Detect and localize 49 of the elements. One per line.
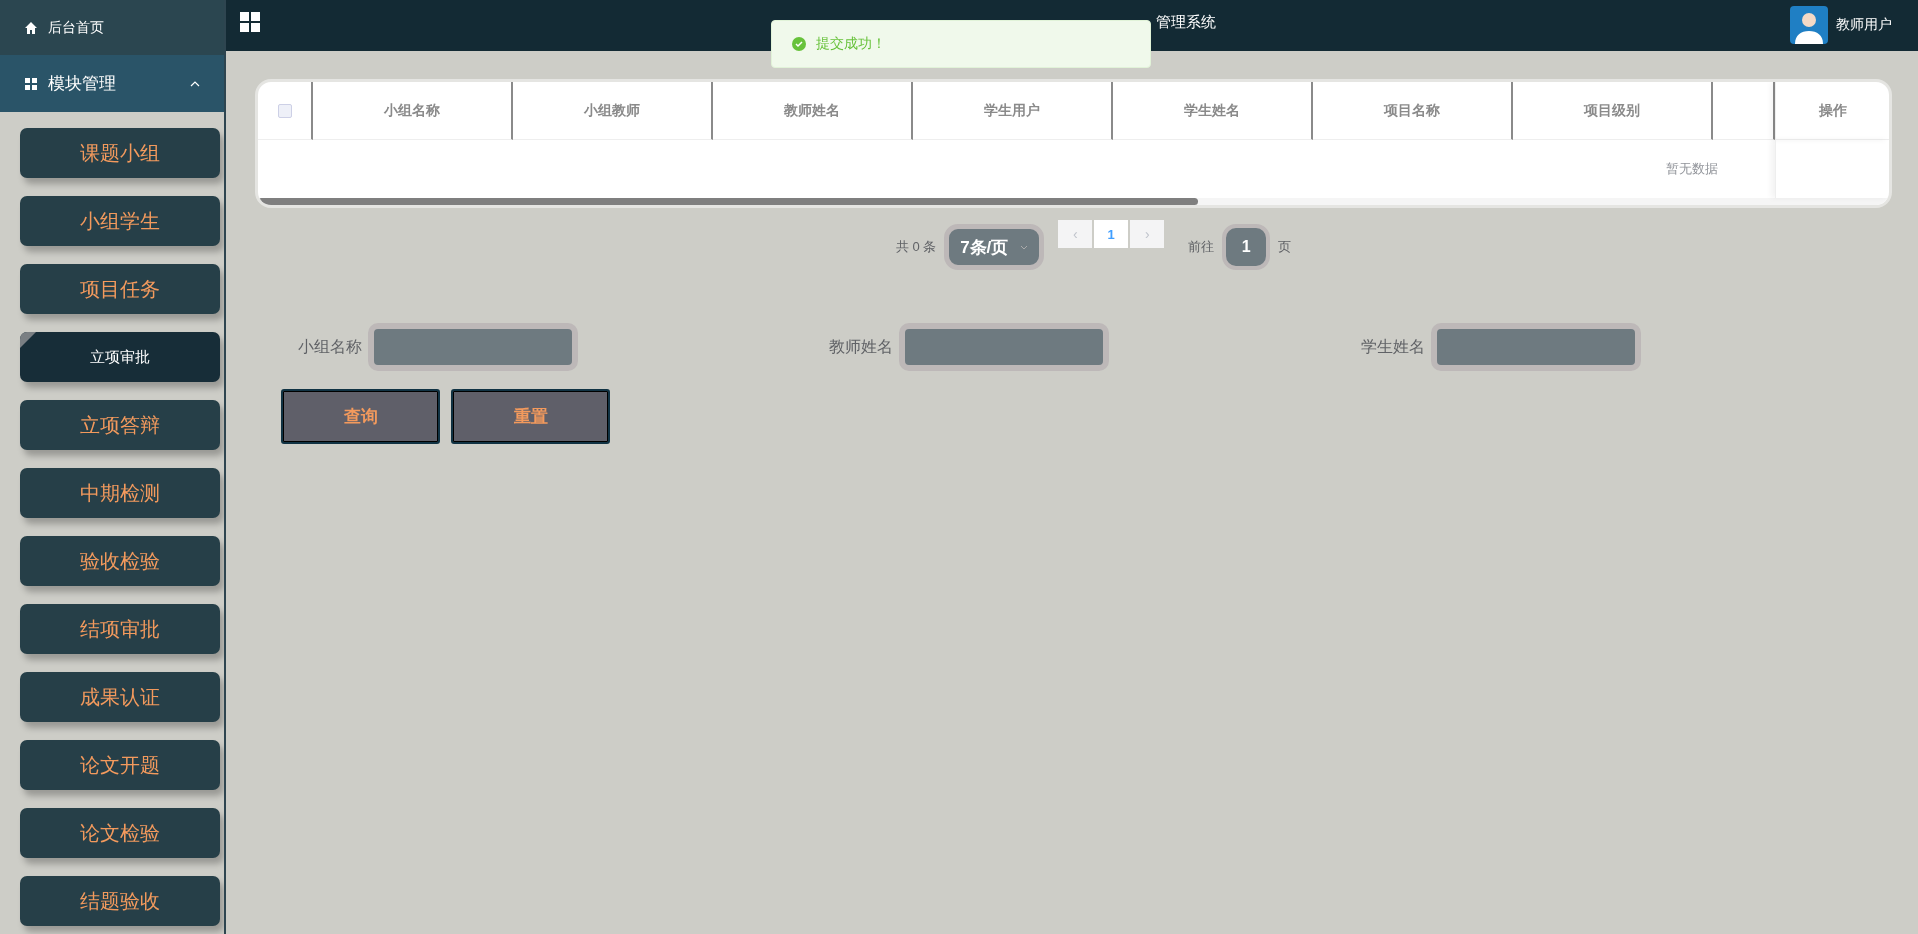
sidebar-item[interactable]: 中期检测 bbox=[20, 468, 220, 518]
page-size-select[interactable]: 7条/页 bbox=[944, 224, 1045, 270]
column-header: 操作 bbox=[1775, 82, 1889, 140]
column-header: 小组教师 bbox=[513, 82, 713, 140]
sidebar-item[interactable]: 立项审批 bbox=[20, 332, 220, 382]
home-menu-item[interactable]: 后台首页 bbox=[0, 0, 224, 55]
column-header: 学生姓名 bbox=[1113, 82, 1313, 140]
success-toast: 提交成功！ bbox=[771, 20, 1151, 68]
module-menu-header[interactable]: 模块管理 bbox=[0, 55, 224, 112]
sidebar-item[interactable]: 小组学生 bbox=[20, 196, 220, 246]
home-icon bbox=[24, 20, 38, 35]
column-header: 项目名称 bbox=[1313, 82, 1513, 140]
sidebar-item[interactable]: 验收检验 bbox=[20, 536, 220, 586]
page-number[interactable]: 1 bbox=[1094, 220, 1129, 248]
total-count: 共 0 条 bbox=[895, 238, 937, 256]
input-field[interactable] bbox=[899, 323, 1110, 371]
sidebar-item[interactable]: 论文检验 bbox=[20, 808, 220, 858]
avatar-icon[interactable] bbox=[1790, 5, 1828, 44]
column-header: 小组名称 bbox=[313, 82, 513, 140]
checkbox[interactable] bbox=[277, 103, 292, 118]
chevron-down-icon bbox=[1020, 244, 1029, 250]
check-circle-icon bbox=[792, 37, 806, 51]
column-header: 项目级别 bbox=[1513, 82, 1713, 140]
system-title: 管理系统 bbox=[1156, 13, 1216, 32]
search-button[interactable]: 查询 bbox=[281, 389, 440, 444]
goto-label: 前往 bbox=[1188, 238, 1215, 256]
user-name[interactable]: 教师用户 bbox=[1836, 15, 1892, 34]
scrollbar-thumb[interactable] bbox=[258, 198, 1198, 205]
sidebar-item[interactable]: 论文开题 bbox=[20, 740, 220, 790]
menu-icon[interactable] bbox=[240, 11, 260, 32]
sidebar-item[interactable]: 课题小组 bbox=[20, 128, 220, 178]
input-field[interactable] bbox=[1430, 323, 1641, 371]
field-label: 学生姓名 bbox=[1360, 336, 1425, 357]
sidebar-item[interactable]: 结项审批 bbox=[20, 604, 220, 654]
table-header-cell bbox=[1713, 82, 1775, 140]
empty-text: 暂无数据 bbox=[1666, 160, 1718, 178]
field-label: 教师姓名 bbox=[829, 336, 894, 357]
sidebar-item[interactable]: 结题验收 bbox=[20, 876, 220, 926]
input-field[interactable] bbox=[368, 323, 578, 371]
page-suffix: 页 bbox=[1278, 238, 1292, 256]
column-header: 教师姓名 bbox=[713, 82, 913, 140]
page-input[interactable]: 1 bbox=[1222, 224, 1271, 270]
sidebar-item[interactable]: 项目任务 bbox=[20, 264, 220, 314]
sidebar-item[interactable]: 成果认证 bbox=[20, 672, 220, 722]
reset-button[interactable]: 重置 bbox=[451, 389, 610, 444]
grid-icon bbox=[24, 76, 38, 91]
sidebar-item[interactable]: 立项答辩 bbox=[20, 400, 220, 450]
column-header: 学生用户 bbox=[913, 82, 1113, 140]
field-label: 小组名称 bbox=[298, 336, 362, 357]
